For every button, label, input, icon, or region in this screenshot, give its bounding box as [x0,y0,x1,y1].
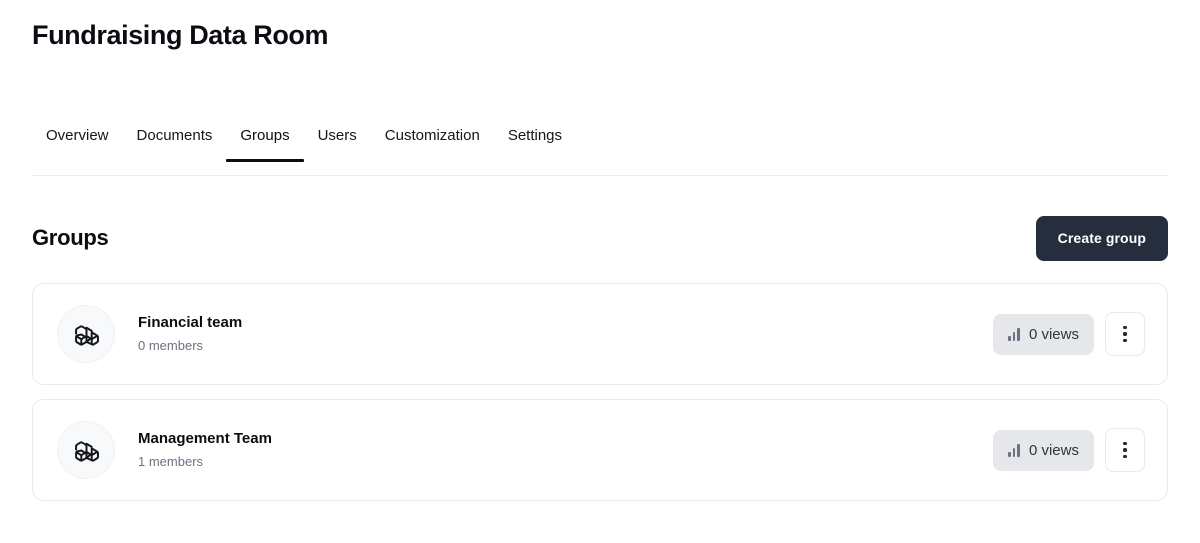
views-count-label: 0 views [1028,325,1079,343]
group-info: Financial team 0 members [138,314,993,354]
card-actions: 0 views [993,312,1145,356]
section-title: Groups [32,225,109,250]
views-badge[interactable]: 0 views [993,313,1094,355]
views-count-label: 0 views [1028,441,1079,459]
group-menu-button[interactable] [1105,312,1145,356]
tab-documents[interactable]: Documents [123,126,227,161]
group-card[interactable]: Financial team 0 members 0 views [32,283,1168,385]
section-header: Groups Create group [32,214,1168,262]
boxes-icon [57,421,115,479]
group-name: Financial team [138,314,243,331]
tab-customization[interactable]: Customization [371,126,494,161]
create-group-button[interactable]: Create group [1035,215,1168,261]
boxes-icon [57,305,115,363]
group-card[interactable]: Management Team 1 members 0 views [32,399,1168,501]
tab-users[interactable]: Users [304,126,371,161]
tab-groups[interactable]: Groups [226,126,304,162]
more-vertical-icon [1123,325,1127,343]
tab-bar: Overview Documents Groups Users Customizatio… [32,126,1168,176]
more-vertical-icon [1123,441,1127,459]
group-info: Management Team 1 members [138,430,993,470]
bar-chart-icon [1008,443,1020,457]
group-menu-button[interactable] [1105,428,1145,472]
tab-overview[interactable]: Overview [32,126,123,161]
groups-page: Fundraising Data Room Overview Documents G… [0,0,1200,543]
group-list: Financial team 0 members 0 views Management… [32,283,1168,501]
group-member-count: 1 members [138,454,204,469]
group-member-count: 0 members [138,338,204,353]
bar-chart-icon [1008,327,1020,341]
card-actions: 0 views [993,428,1145,472]
tab-settings[interactable]: Settings [494,126,576,161]
page-title: Fundraising Data Room [32,20,329,50]
views-badge[interactable]: 0 views [993,429,1094,471]
group-name: Management Team [138,430,272,447]
